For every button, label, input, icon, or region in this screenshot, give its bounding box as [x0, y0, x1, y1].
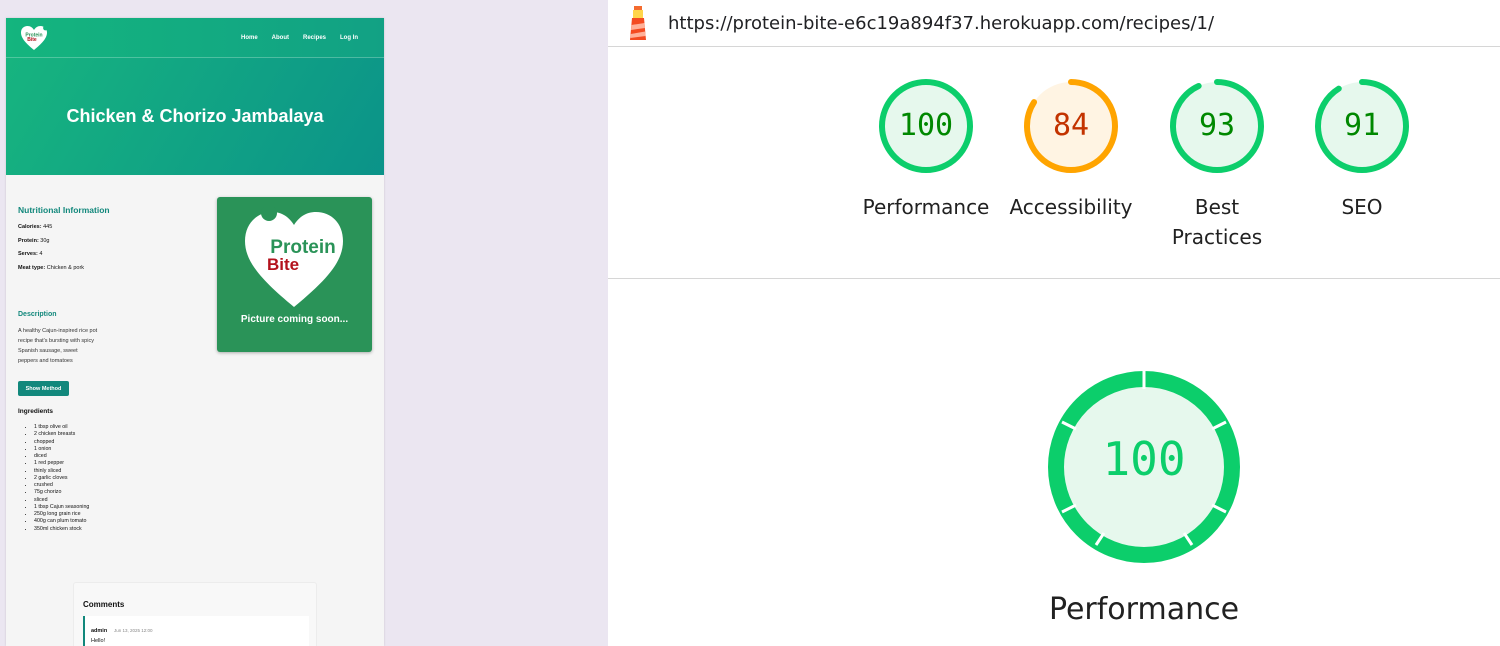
report-url[interactable]: https://protein-bite-e6c19a894f37.heroku… [668, 13, 1214, 34]
comment-card: admin Jun 13, 2025 12:00 Hello! [83, 616, 309, 646]
ingredient-item: 250g long grain rice [34, 511, 89, 518]
nutrition-key: Serves: [18, 251, 38, 257]
ingredient-item: crushed [34, 482, 89, 489]
description-text: A healthy Cajun-inspired rice pot recipe… [18, 328, 98, 364]
section-divider [608, 278, 1500, 279]
nutrition-item: Protein: 30g [18, 238, 84, 252]
lighthouse-icon [630, 6, 646, 40]
gauge-label: SEO [1341, 195, 1383, 219]
ingredient-item: 1 tbsp Cajun seasoning [34, 504, 89, 511]
nutrition-title: Nutritional Information [18, 205, 110, 215]
performance-big-score: 100 [1102, 432, 1186, 486]
nutrition-value: 30g [38, 237, 50, 244]
ingredient-item: 75g chorizo [34, 489, 89, 496]
lighthouse-report: https://protein-bite-e6c19a894f37.heroku… [608, 0, 1500, 646]
gauge-score: 100 [898, 108, 954, 143]
page-preview: Protein Bite Home About Recipes Log In C… [6, 18, 384, 646]
nutrition-item: Meat type: Chicken & pork [18, 265, 84, 279]
ingredient-item: 2 garlic cloves [34, 475, 89, 482]
gauge-label: Performance [862, 195, 990, 219]
ingredient-item: 1 tbsp olive oil [34, 424, 89, 431]
nutrition-item: Calories: 445 [18, 224, 84, 238]
ingredient-item: 400g can plum tomato [34, 518, 89, 525]
recipe-image-placeholder: Protein Bite Picture coming soon... [217, 197, 372, 352]
description-title: Description [18, 311, 57, 318]
comments-section: Comments admin Jun 13, 2025 12:00 Hello! [73, 582, 317, 646]
nutrition-key: Protein: [18, 237, 39, 244]
show-method-button[interactable]: Show Method [18, 381, 69, 396]
nav-links: Home About Recipes Log In [241, 35, 358, 41]
gauge-score: 84 [1052, 108, 1090, 143]
ingredient-item: 1 onion [34, 446, 89, 453]
ingredient-item: 2 chicken breasts [34, 431, 89, 438]
logo-heart-icon[interactable]: Protein Bite [20, 25, 48, 51]
nutrition-value: Chicken & pork [45, 264, 85, 271]
nutrition-key: Meat type: [18, 264, 46, 271]
protein-bite-logo-icon: Protein Bite [245, 207, 343, 307]
url-bar: https://protein-bite-e6c19a894f37.heroku… [608, 0, 1500, 47]
gauge-label-line: Practices [1171, 225, 1263, 249]
nutrition-value: 445 [41, 224, 53, 230]
ingredients-title: Ingredients [18, 408, 54, 415]
nav-recipes-link[interactable]: Recipes [303, 35, 326, 41]
hero-banner: Chicken & Chorizo Jambalaya [6, 58, 384, 175]
ingredient-item: 1 red pepper [34, 460, 89, 467]
nutrition-value: 4 [37, 251, 43, 257]
ingredient-item: sliced [34, 497, 89, 504]
comment-author: admin [91, 628, 108, 634]
logo-text-2: Bite [27, 37, 37, 43]
recipe-title: Chicken & Chorizo Jambalaya [66, 106, 324, 126]
gauge-score: 91 [1343, 108, 1381, 143]
nutrition-item: Serves: 4 [18, 251, 84, 265]
gauge-label: Best Practices [1147, 192, 1287, 252]
nutrition-list: Calories: 445 Protein: 30g Serves: 4 Mea… [18, 224, 84, 278]
comment-text: Hello! [91, 638, 106, 644]
nav-about-link[interactable]: About [272, 35, 289, 41]
gauge-label: Accessibility [1009, 195, 1133, 219]
ingredients-list: 1 tbsp olive oil2 chicken breastschopped… [34, 424, 89, 533]
comment-date: Jun 13, 2025 12:00 [114, 628, 153, 633]
nav-login-link[interactable]: Log In [340, 35, 358, 41]
image-logo-text-2: Bite [267, 255, 299, 274]
performance-big-label: Performance [1048, 592, 1240, 627]
nutrition-key: Calories: [18, 224, 42, 230]
ingredient-item: chopped [34, 439, 89, 446]
ingredient-item: diced [34, 453, 89, 460]
ingredient-item: 350ml chicken stock [34, 526, 89, 533]
gauge-label-line: Best [1194, 195, 1240, 219]
comments-title: Comments [83, 600, 125, 609]
navbar: Protein Bite Home About Recipes Log In [6, 18, 384, 58]
gauge-score: 93 [1198, 108, 1236, 143]
ingredient-item: thinly sliced [34, 468, 89, 475]
image-caption: Picture coming soon... [240, 314, 349, 325]
nav-home-link[interactable]: Home [241, 35, 258, 41]
